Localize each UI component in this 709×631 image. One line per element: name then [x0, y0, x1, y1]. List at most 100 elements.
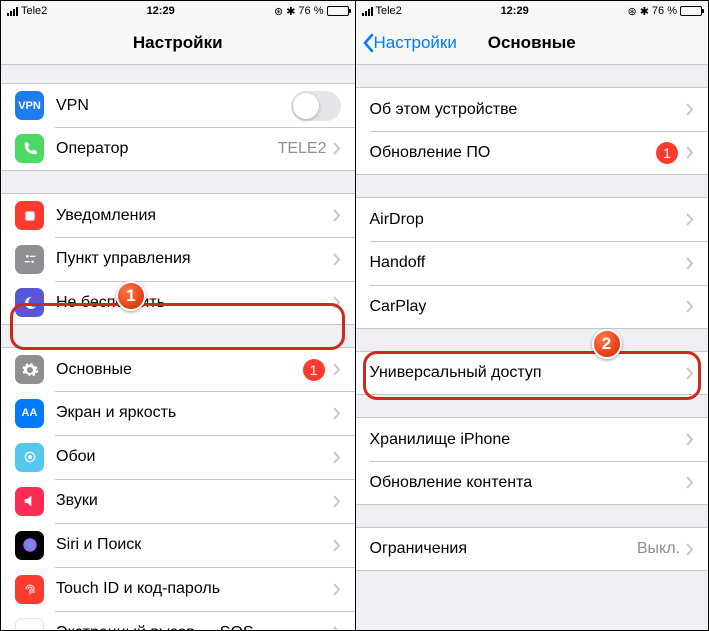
chevron-icon	[333, 253, 341, 266]
battery-percent: 76 %	[652, 5, 677, 17]
phone-settings: Tele2 12:29 ⊛ ✱ 76 % Настройки VPN VPN О…	[1, 1, 355, 630]
chevron-icon	[686, 300, 694, 313]
row-value: TELE2	[278, 140, 327, 158]
row-label: Звуки	[56, 492, 333, 510]
row-label: Пункт управления	[56, 250, 333, 268]
settings-list[interactable]: VPN VPN Оператор TELE2 Уведомления Пункт…	[1, 65, 355, 630]
row-label: AirDrop	[370, 211, 687, 229]
moon-icon	[15, 288, 44, 317]
row-carrier[interactable]: Оператор TELE2	[1, 127, 355, 171]
chevron-icon	[333, 539, 341, 552]
chevron-icon	[686, 146, 694, 159]
signal-icon	[362, 7, 373, 16]
row-label: VPN	[56, 97, 291, 115]
control-center-icon	[15, 245, 44, 274]
row-display[interactable]: AA Экран и яркость	[1, 391, 355, 435]
back-label: Настройки	[374, 33, 457, 53]
chevron-icon	[333, 296, 341, 309]
row-label: Обновление контента	[370, 474, 687, 492]
chevron-icon	[333, 495, 341, 508]
row-value: Выкл.	[637, 540, 680, 558]
row-label: Об этом устройстве	[370, 101, 687, 119]
row-storage[interactable]: Хранилище iPhone	[356, 417, 709, 461]
signal-icon	[7, 7, 18, 16]
row-label: Хранилище iPhone	[370, 431, 687, 449]
phone-general: Tele2 12:29 ⊛ ✱ 76 % Настройки Основные …	[355, 1, 709, 630]
row-siri[interactable]: Siri и Поиск	[1, 523, 355, 567]
chevron-icon	[333, 209, 341, 222]
row-carplay[interactable]: CarPlay	[356, 285, 709, 329]
row-handoff[interactable]: Handoff	[356, 241, 709, 285]
row-background-refresh[interactable]: Обновление контента	[356, 461, 709, 505]
row-label: Не беспокоить	[56, 294, 333, 312]
alarm-icon: ⊛	[274, 5, 283, 18]
row-label: Оператор	[56, 140, 278, 158]
status-bar: Tele2 12:29 ⊛ ✱ 76 %	[356, 1, 709, 21]
chevron-icon	[686, 543, 694, 556]
row-label: Handoff	[370, 254, 687, 272]
row-label: Обои	[56, 448, 333, 466]
fingerprint-icon	[15, 575, 44, 604]
chevron-icon	[686, 367, 694, 380]
gear-icon	[15, 355, 44, 384]
battery-icon	[680, 6, 702, 16]
row-about[interactable]: Об этом устройстве	[356, 87, 709, 131]
chevron-icon	[333, 407, 341, 420]
badge: 1	[656, 142, 678, 164]
row-sos[interactable]: SOS Экстренный вызов — SOS	[1, 611, 355, 630]
row-restrictions[interactable]: Ограничения Выкл.	[356, 527, 709, 571]
status-time: 12:29	[47, 5, 274, 17]
row-control-center[interactable]: Пункт управления	[1, 237, 355, 281]
bluetooth-icon: ✱	[286, 5, 295, 18]
status-time: 12:29	[402, 5, 628, 17]
notifications-icon	[15, 201, 44, 230]
row-notifications[interactable]: Уведомления	[1, 193, 355, 237]
alarm-icon: ⊛	[627, 5, 636, 18]
nav-header: Настройки	[1, 21, 355, 65]
row-software-update[interactable]: Обновление ПО 1	[356, 131, 709, 175]
row-label: Обновление ПО	[370, 144, 657, 162]
row-accessibility[interactable]: Универсальный доступ	[356, 351, 709, 395]
row-sounds[interactable]: Звуки	[1, 479, 355, 523]
chevron-icon	[333, 626, 341, 630]
chevron-icon	[686, 257, 694, 270]
chevron-icon	[333, 142, 341, 155]
battery-percent: 76 %	[298, 5, 323, 17]
speaker-icon	[15, 487, 44, 516]
vpn-toggle[interactable]	[291, 91, 341, 121]
bluetooth-icon: ✱	[640, 5, 649, 18]
row-airdrop[interactable]: AirDrop	[356, 197, 709, 241]
battery-icon	[327, 6, 349, 16]
page-title: Настройки	[1, 33, 355, 53]
row-general[interactable]: Основные 1	[1, 347, 355, 391]
row-dnd[interactable]: Не беспокоить	[1, 281, 355, 325]
row-wallpaper[interactable]: Обои	[1, 435, 355, 479]
row-label: Уведомления	[56, 207, 333, 225]
chevron-icon	[686, 103, 694, 116]
chevron-icon	[333, 363, 341, 376]
row-label: Touch ID и код-пароль	[56, 580, 333, 598]
row-label: Экран и яркость	[56, 404, 333, 422]
chevron-icon	[686, 476, 694, 489]
general-list[interactable]: Об этом устройстве Обновление ПО 1 AirDr…	[356, 65, 709, 630]
siri-icon	[15, 531, 44, 560]
row-label: Основные	[56, 361, 303, 379]
row-vpn[interactable]: VPN VPN	[1, 83, 355, 127]
display-icon: AA	[15, 399, 44, 428]
row-label: Экстренный вызов — SOS	[56, 624, 333, 631]
carrier-name: Tele2	[376, 5, 402, 17]
nav-header: Настройки Основные	[356, 21, 709, 65]
badge: 1	[303, 359, 325, 381]
carrier-name: Tele2	[21, 5, 47, 17]
row-label: Siri и Поиск	[56, 536, 333, 554]
chevron-icon	[333, 583, 341, 596]
row-label: Универсальный доступ	[370, 364, 687, 382]
chevron-icon	[686, 213, 694, 226]
row-label: Ограничения	[370, 540, 637, 558]
status-bar: Tele2 12:29 ⊛ ✱ 76 %	[1, 1, 355, 21]
back-button[interactable]: Настройки	[356, 33, 463, 53]
phone-icon	[15, 134, 44, 163]
wallpaper-icon	[15, 443, 44, 472]
row-touchid[interactable]: Touch ID и код-пароль	[1, 567, 355, 611]
row-label: CarPlay	[370, 298, 687, 316]
